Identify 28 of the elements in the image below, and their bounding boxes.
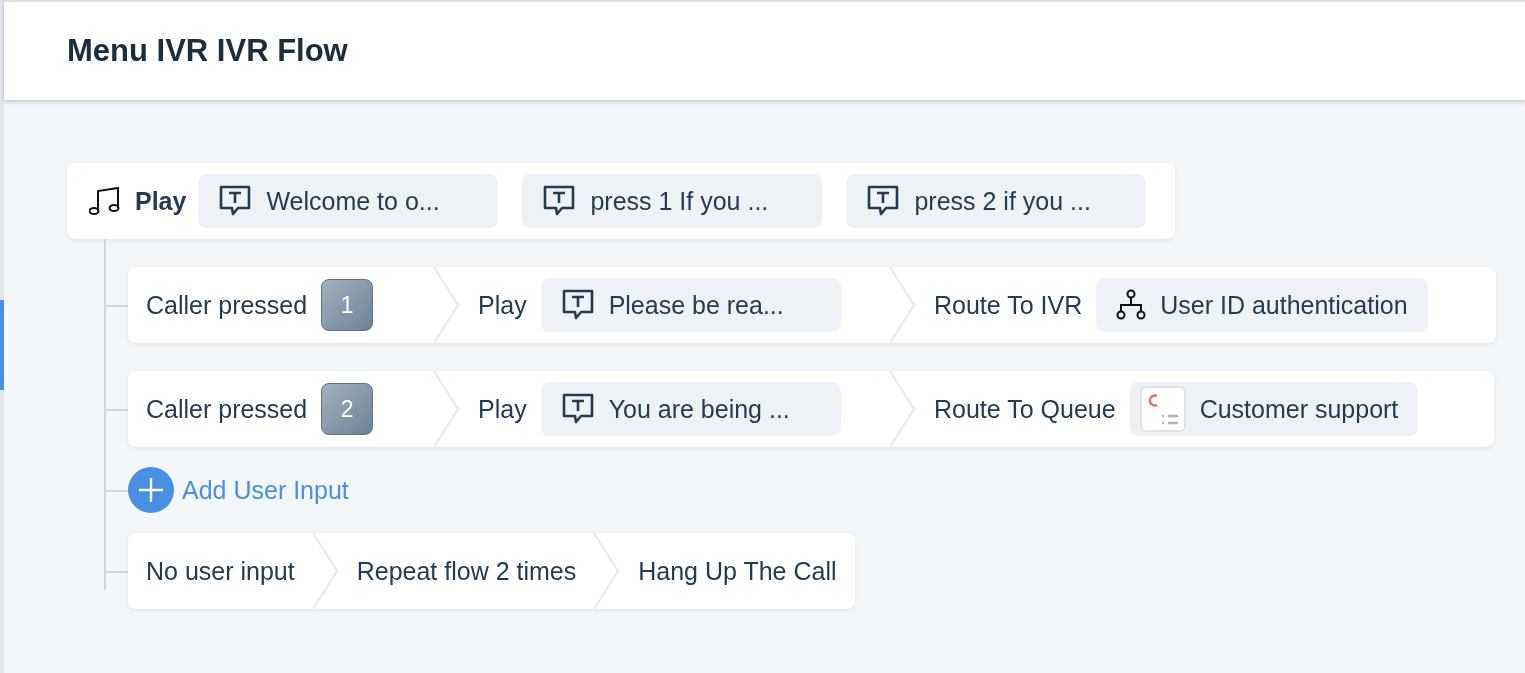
step-label: Play (478, 290, 527, 320)
step-label: No user input (146, 556, 295, 586)
step-label: Repeat flow 2 times (356, 556, 577, 586)
message-chip[interactable]: Please be rea... (540, 278, 841, 332)
message-chip[interactable]: press 2 if you ... (846, 174, 1147, 228)
step-label: Play (478, 394, 527, 424)
text-message-icon (218, 184, 253, 218)
message-chip[interactable]: Welcome to o... (198, 174, 499, 228)
step-label: Route To IVR (934, 290, 1083, 320)
key-badge: 2 (321, 383, 374, 435)
message-chip[interactable]: press 1 If you ... (522, 174, 823, 228)
hierarchy-icon (1116, 289, 1147, 321)
text-message-icon (560, 392, 595, 426)
step-label: Caller pressed (146, 394, 308, 424)
text-message-icon (866, 184, 901, 218)
ivr-chip[interactable]: User ID authentication (1096, 278, 1428, 332)
text-message-icon (542, 184, 577, 218)
plus-icon (128, 467, 174, 513)
step-label: Caller pressed (146, 290, 308, 320)
key-badge: 1 (321, 279, 374, 331)
play-label: Play (135, 186, 187, 216)
queue-chip[interactable]: Customer support (1129, 382, 1419, 436)
text-message-icon (560, 288, 595, 322)
step-label: Route To Queue (934, 394, 1116, 424)
step-label: Hang Up The Call (638, 556, 837, 586)
queue-icon (1139, 386, 1186, 432)
page-title: Menu IVR IVR Flow (67, 33, 348, 69)
message-chip[interactable]: You are being ... (540, 382, 841, 436)
